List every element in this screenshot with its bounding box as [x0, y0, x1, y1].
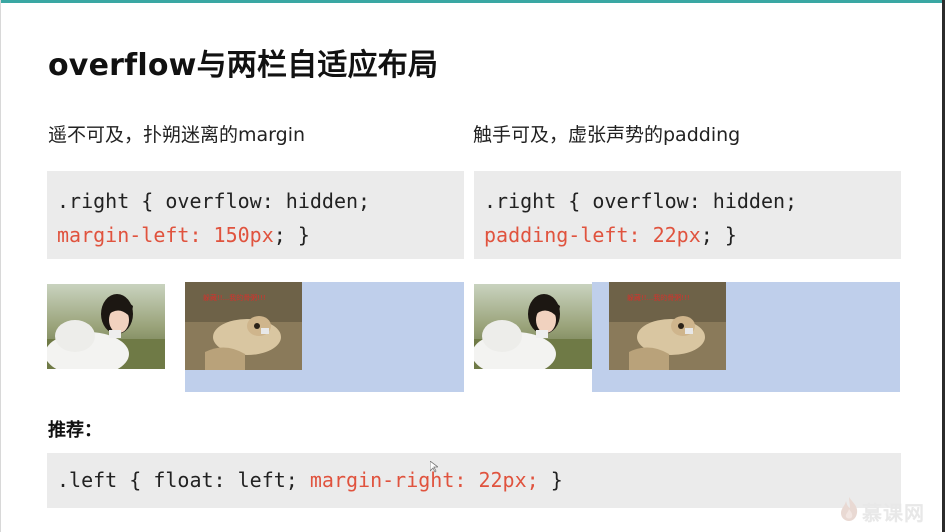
dog-photo: 躲藏!!...我的骨粥!!!: [185, 282, 302, 370]
slide-title: overflow与两栏自适应布局: [48, 48, 439, 83]
code-line: margin-left: 150px; }: [57, 218, 454, 252]
slide: overflow与两栏自适应布局 遥不可及，扑朔迷离的margin 触手可及，虚…: [0, 0, 945, 532]
code-block-recommended: .left { float: left; margin-right: 22px;…: [47, 453, 901, 508]
girl-photo: [474, 284, 592, 369]
top-accent-bar: [1, 0, 945, 3]
dog-photo: 躲藏!!...我的骨粥!!!: [609, 282, 726, 370]
code-text: }: [538, 468, 563, 492]
code-highlight: padding-left: 22px: [484, 223, 701, 247]
photo-caption: 躲藏!!...我的骨粥!!!: [203, 294, 266, 302]
code-block-margin: .right { overflow: hidden; margin-left: …: [47, 171, 464, 259]
code-block-padding: .right { overflow: hidden; padding-left:…: [474, 171, 901, 259]
watermark-logo: 慕课网: [839, 496, 925, 526]
code-line: padding-left: 22px; }: [484, 218, 891, 252]
code-line: .right { overflow: hidden;: [484, 189, 798, 213]
girl-photo: [47, 284, 165, 369]
mouse-cursor-icon: [429, 458, 440, 477]
code-text: ; }: [700, 223, 737, 247]
code-highlight: margin-right: 22px;: [309, 468, 539, 492]
photo-caption: 躲藏!!...我的骨粥!!!: [627, 294, 690, 302]
right-heading: 触手可及，虚张声势的padding: [473, 124, 741, 146]
code-text: .left { float: left;: [57, 468, 310, 492]
recommend-label: 推荐：: [48, 420, 102, 441]
flame-logo-icon: [839, 496, 859, 526]
left-heading: 遥不可及，扑朔迷离的margin: [48, 124, 306, 146]
watermark-text: 慕课网: [862, 500, 925, 525]
code-line: .right { overflow: hidden;: [57, 189, 371, 213]
code-highlight: margin-left: 150px: [57, 223, 274, 247]
code-text: ; }: [273, 223, 310, 247]
